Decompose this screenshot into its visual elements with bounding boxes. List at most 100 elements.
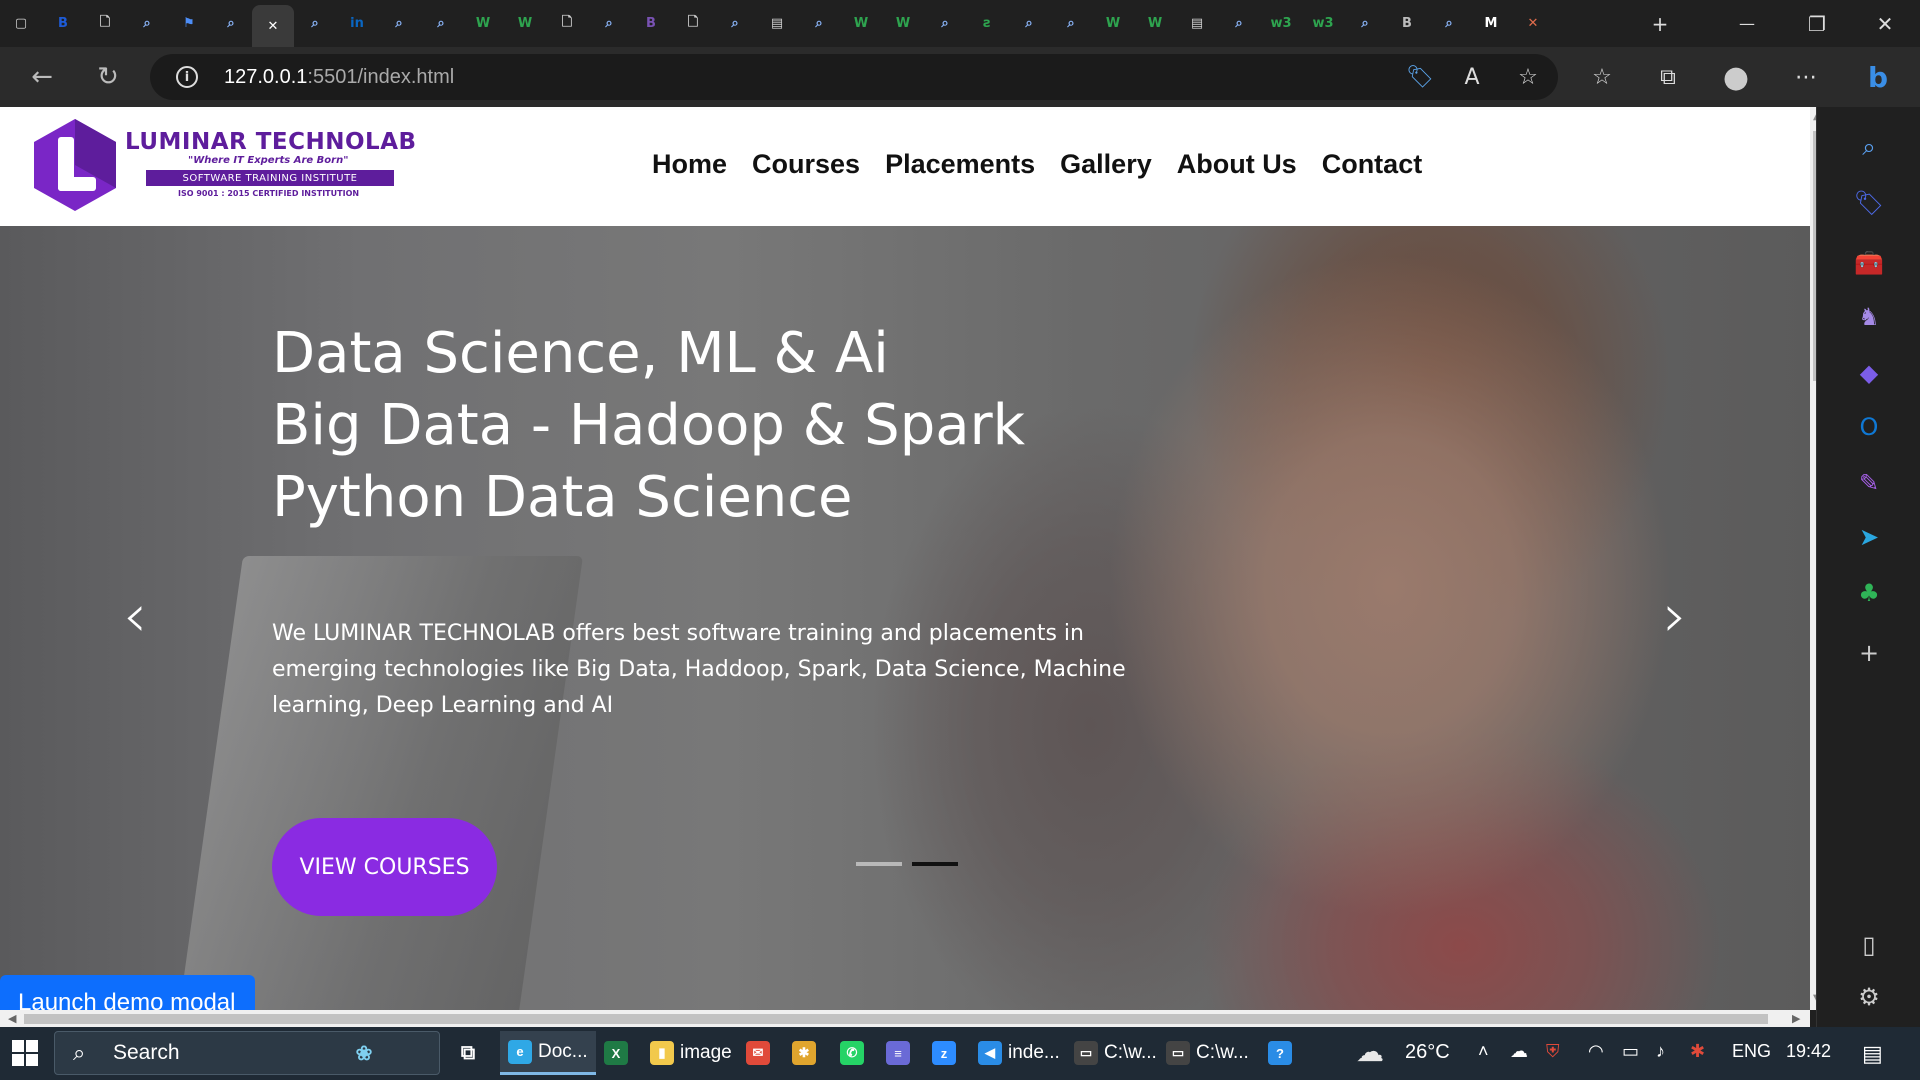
carousel-prev-button[interactable]: ‹ <box>110 581 160 651</box>
browser-tab-33[interactable]: B <box>1386 0 1428 47</box>
add-icon[interactable]: + <box>1849 633 1889 673</box>
outlook-icon[interactable]: O <box>1849 407 1889 447</box>
games-icon[interactable]: ♞ <box>1849 297 1889 337</box>
battery-icon[interactable]: ▭ <box>1622 1041 1639 1062</box>
read-aloud-icon[interactable]: A <box>1456 61 1488 93</box>
browser-tab-35[interactable]: M <box>1470 0 1512 47</box>
browser-tab-3[interactable]: ⌕ <box>126 0 168 47</box>
browser-tab-17[interactable]: ⌕ <box>714 0 756 47</box>
whatsapp-app[interactable]: ✆ <box>840 1031 864 1075</box>
site-info-icon[interactable]: i <box>176 66 198 88</box>
excel-app[interactable]: X <box>604 1031 628 1075</box>
carousel-next-button[interactable]: › <box>1650 581 1700 651</box>
teams-app[interactable]: ≡ <box>886 1031 910 1075</box>
tree-icon[interactable]: ♣ <box>1849 573 1889 613</box>
add-favorite-icon[interactable]: ☆ <box>1512 61 1544 93</box>
minimize-button[interactable]: — <box>1712 0 1782 47</box>
browser-tab-2[interactable]: 🗋 <box>84 0 126 47</box>
mail-app[interactable]: ✉ <box>746 1031 770 1075</box>
view-courses-button[interactable]: VIEW COURSES <box>272 818 497 916</box>
url-input[interactable]: i 127.0.0.1:5501/index.html 🏷 A ☆ <box>150 54 1558 100</box>
browser-tab-5[interactable]: ⌕ <box>210 0 252 47</box>
horizontal-scroll-thumb[interactable] <box>24 1014 1768 1024</box>
browser-tab-19[interactable]: ⌕ <box>798 0 840 47</box>
taskbar-search[interactable]: ⌕ Search <box>54 1031 440 1075</box>
profile-icon[interactable]: ● <box>1720 60 1752 95</box>
browser-tab-24[interactable]: ⌕ <box>1008 0 1050 47</box>
browser-tab-7[interactable]: ⌕ <box>294 0 336 47</box>
nav-link-contact[interactable]: Contact <box>1322 149 1423 180</box>
browser-tab-21[interactable]: W <box>882 0 924 47</box>
more-icon[interactable]: ⋯ <box>1790 61 1822 93</box>
designer-icon[interactable]: ✎ <box>1849 463 1889 503</box>
browser-tab-20[interactable]: W <box>840 0 882 47</box>
browser-tab-6[interactable]: ✕ <box>252 5 294 47</box>
chevron-up-icon[interactable]: ˄ <box>1478 1041 1489 1062</box>
browser-tab-31[interactable]: w3 <box>1302 0 1344 47</box>
volume-icon[interactable]: ♪ <box>1656 1041 1665 1062</box>
browser-tab-26[interactable]: W <box>1092 0 1134 47</box>
luminar-logo[interactable] <box>30 117 120 213</box>
language-indicator[interactable]: ENG <box>1732 1041 1771 1062</box>
back-button[interactable]: ← <box>24 59 60 95</box>
browser-tab-28[interactable]: ▤ <box>1176 0 1218 47</box>
browser-tab-32[interactable]: ⌕ <box>1344 0 1386 47</box>
browser-tab-34[interactable]: ⌕ <box>1428 0 1470 47</box>
browser-tab-13[interactable]: 🗋 <box>546 0 588 47</box>
browser-tab-15[interactable]: B <box>630 0 672 47</box>
reload-button[interactable]: ↻ <box>90 59 126 95</box>
cmd-app-2[interactable]: ▭ C:\w... <box>1166 1031 1249 1075</box>
bing-icon[interactable]: b <box>1862 61 1894 94</box>
settings-icon[interactable]: ⚙ <box>1849 977 1889 1017</box>
close-window-button[interactable]: ✕ <box>1850 0 1920 47</box>
launch-demo-modal-button[interactable]: Launch demo modal <box>0 975 255 1010</box>
slack-app[interactable]: ✱ <box>792 1031 816 1075</box>
search-highlight-icon[interactable]: ❀ <box>352 1031 376 1075</box>
collections-icon[interactable]: ⧉ <box>1652 61 1684 93</box>
cmd-app-1[interactable]: ▭ C:\w... <box>1074 1031 1157 1075</box>
nav-link-courses[interactable]: Courses <box>752 149 860 180</box>
browser-tab-30[interactable]: w3 <box>1260 0 1302 47</box>
weather-icon[interactable]: ☁ <box>1356 1035 1384 1068</box>
browser-tab-36[interactable]: ✕ <box>1512 0 1554 47</box>
new-tab-icon[interactable]: + <box>1625 0 1695 47</box>
browser-tab-14[interactable]: ⌕ <box>588 0 630 47</box>
browser-tab-4[interactable]: ⚑ <box>168 0 210 47</box>
nav-link-about-us[interactable]: About Us <box>1177 149 1297 180</box>
nav-link-placements[interactable]: Placements <box>885 149 1035 180</box>
tools-icon[interactable]: 🧰 <box>1849 243 1889 283</box>
microsoft-365-icon[interactable]: ◆ <box>1849 353 1889 393</box>
split-view-icon[interactable]: ▯ <box>1849 925 1889 965</box>
nav-link-home[interactable]: Home <box>652 149 727 180</box>
help-app[interactable]: ? <box>1268 1031 1292 1075</box>
horizontal-scrollbar[interactable]: ◀ ▶ <box>0 1010 1810 1027</box>
vscode-app[interactable]: ◀ inde... <box>978 1031 1060 1075</box>
notifications-icon[interactable]: ▤ <box>1862 1041 1883 1067</box>
task-view-icon[interactable]: ⧉ <box>456 1031 480 1075</box>
browser-tab-1[interactable]: B <box>42 0 84 47</box>
browser-tab-22[interactable]: ⌕ <box>924 0 966 47</box>
app-tray-icon[interactable]: ✱ <box>1690 1041 1705 1062</box>
coupon-icon[interactable]: 🏷 <box>1404 61 1436 93</box>
browser-tab-9[interactable]: ⌕ <box>378 0 420 47</box>
browser-tab-12[interactable]: W <box>504 0 546 47</box>
search-icon[interactable]: ⌕ <box>1849 127 1889 167</box>
send-icon[interactable]: ➤ <box>1849 517 1889 557</box>
browser-tab-25[interactable]: ⌕ <box>1050 0 1092 47</box>
restore-button[interactable]: ❐ <box>1782 0 1852 47</box>
shield-icon[interactable]: ⛨ <box>1546 1041 1560 1062</box>
start-button[interactable] <box>12 1040 38 1066</box>
browser-tab-8[interactable]: in <box>336 0 378 47</box>
weather-temp[interactable]: 26°C <box>1405 1041 1450 1064</box>
clock[interactable]: 19:42 <box>1786 1041 1831 1062</box>
favorites-icon[interactable]: ☆ <box>1586 61 1618 93</box>
zoom-app[interactable]: z <box>932 1031 956 1075</box>
browser-tab-10[interactable]: ⌕ <box>420 0 462 47</box>
browser-tab-18[interactable]: ▤ <box>756 0 798 47</box>
wifi-icon[interactable]: ◠ <box>1588 1041 1604 1062</box>
edge-app[interactable]: e Doc... <box>500 1031 596 1075</box>
browser-tab-23[interactable]: ƨ <box>966 0 1008 47</box>
nav-link-gallery[interactable]: Gallery <box>1060 149 1152 180</box>
browser-tab-27[interactable]: W <box>1134 0 1176 47</box>
browser-tab-16[interactable]: 🗋 <box>672 0 714 47</box>
